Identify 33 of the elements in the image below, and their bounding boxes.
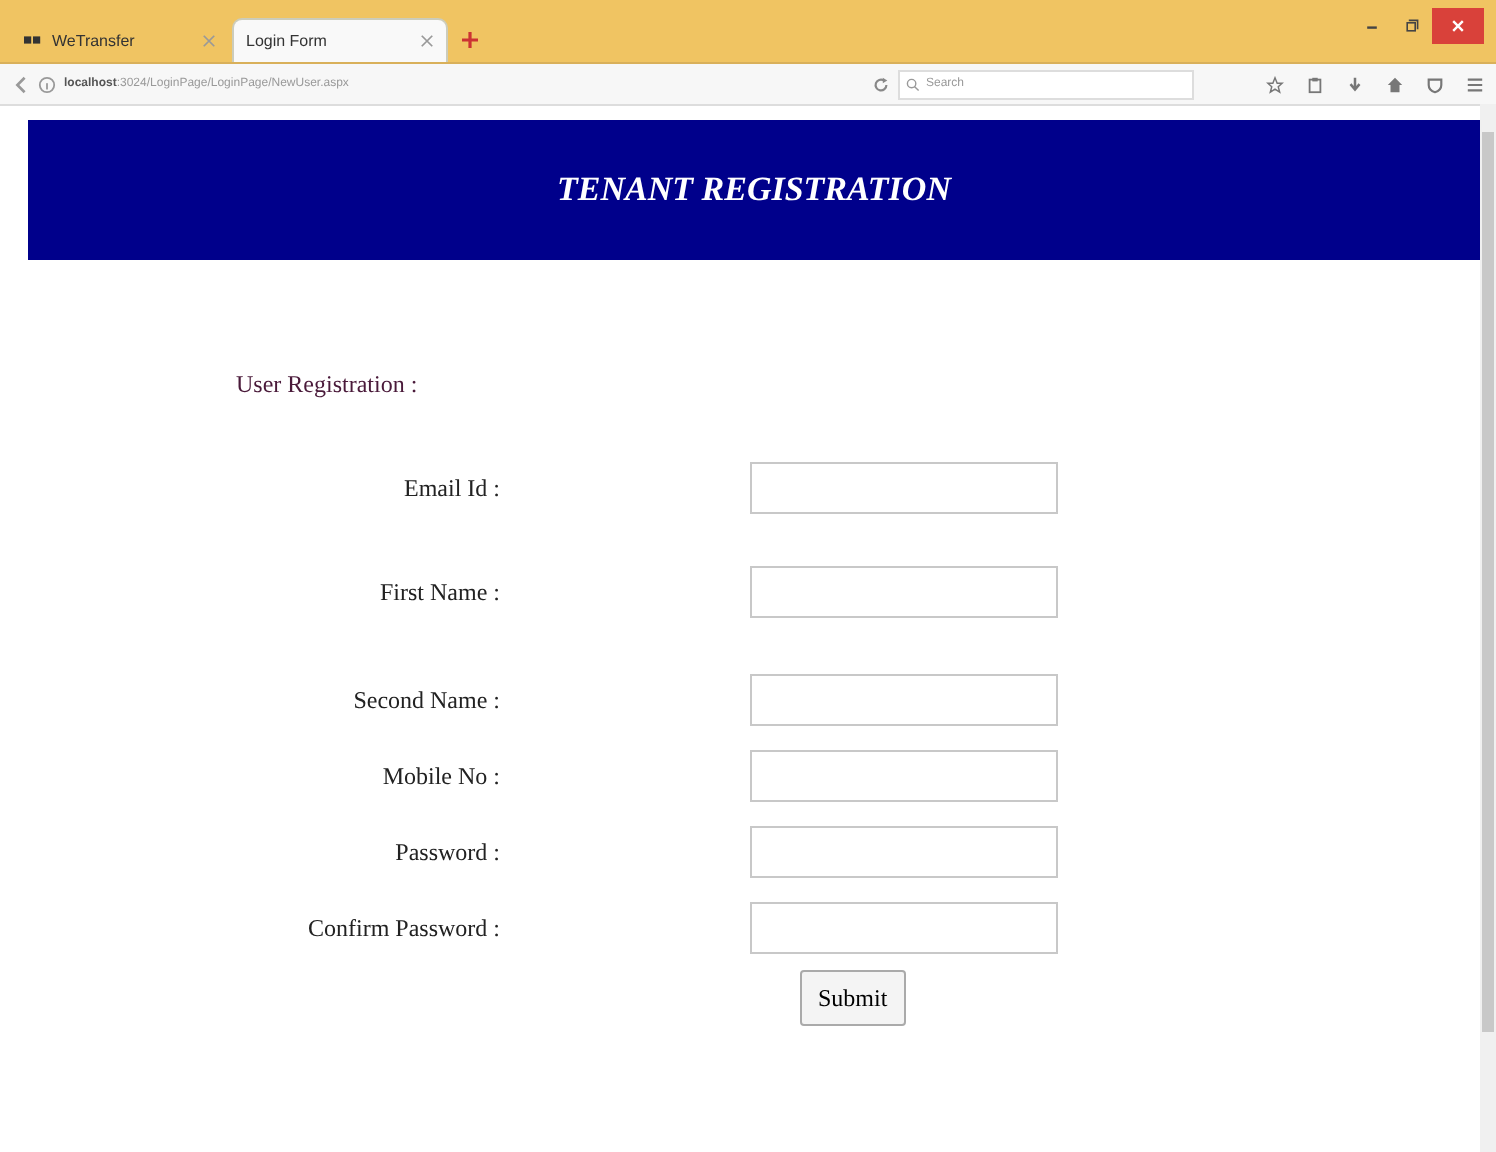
input-field[interactable]	[750, 462, 1058, 514]
close-icon[interactable]	[202, 33, 216, 47]
page-title: TENANT REGISTRATION	[557, 170, 951, 210]
field-label: First Name :	[378, 577, 500, 607]
back-icon[interactable]	[12, 75, 30, 93]
menu-icon[interactable]	[1466, 75, 1484, 93]
reload-icon[interactable]	[872, 75, 890, 93]
download-icon[interactable]	[1346, 75, 1364, 93]
home-icon[interactable]	[1386, 75, 1404, 93]
input-field[interactable]	[750, 674, 1058, 726]
shield-icon[interactable]	[1426, 75, 1444, 93]
new-tab-icon[interactable]	[460, 29, 480, 49]
input-field[interactable]	[750, 826, 1058, 878]
field-label: Password :	[393, 837, 500, 867]
search-icon	[906, 77, 920, 91]
field-label: Second Name :	[351, 685, 500, 715]
field-label: Mobile No :	[380, 761, 500, 791]
submit-button[interactable]: Submit	[800, 970, 906, 1026]
info-icon	[38, 75, 56, 93]
input-field[interactable]	[750, 902, 1058, 954]
close-icon[interactable]	[420, 34, 434, 48]
section-heading: User Registration :	[236, 370, 420, 402]
field-label: Email Id :	[402, 473, 500, 503]
scrollbar[interactable]	[1480, 104, 1496, 1152]
input-field[interactable]	[750, 750, 1058, 802]
favicon-icon	[24, 34, 42, 46]
browser-tab[interactable]: WeTransfer	[12, 18, 228, 62]
star-icon[interactable]	[1266, 75, 1284, 93]
clipboard-icon[interactable]	[1306, 75, 1324, 93]
close-icon[interactable]	[1432, 8, 1484, 44]
input-field[interactable]	[750, 566, 1058, 618]
browser-tab[interactable]: Login Form	[232, 18, 448, 62]
field-label: Confirm Password :	[306, 913, 500, 943]
